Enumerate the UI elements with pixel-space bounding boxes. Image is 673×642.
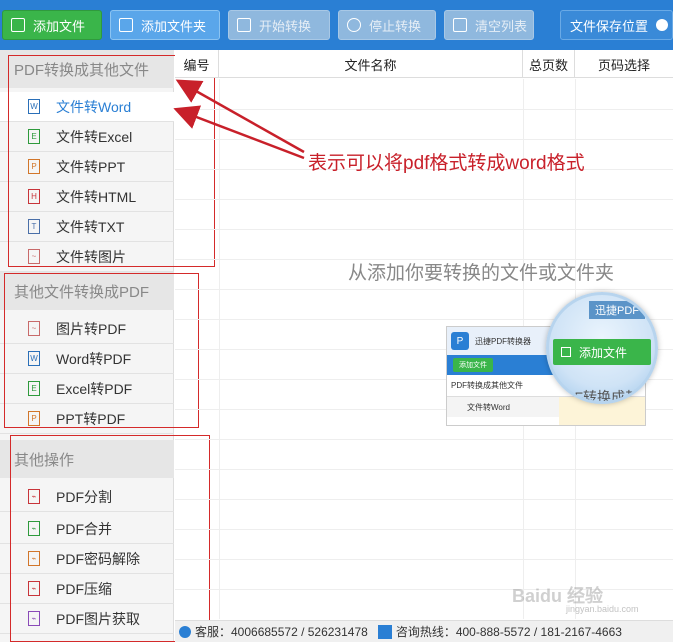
annotation-text: 表示可以将pdf格式转成word格式 bbox=[308, 153, 585, 174]
phone-icon bbox=[377, 624, 392, 639]
baidu-watermark-url: jingyan.baidu.com bbox=[566, 604, 639, 614]
status-bar: 客服：4006685572 / 526231478 咨询热线：400-888-5… bbox=[175, 620, 673, 642]
service-icon bbox=[179, 625, 191, 638]
annotation-arrows bbox=[173, 79, 305, 160]
hotline-contact: 咨询热线：400-888-5572 / 181-2167-4663 bbox=[395, 625, 622, 639]
service-contact: 客服：4006685572 / 526231478 bbox=[195, 625, 368, 639]
